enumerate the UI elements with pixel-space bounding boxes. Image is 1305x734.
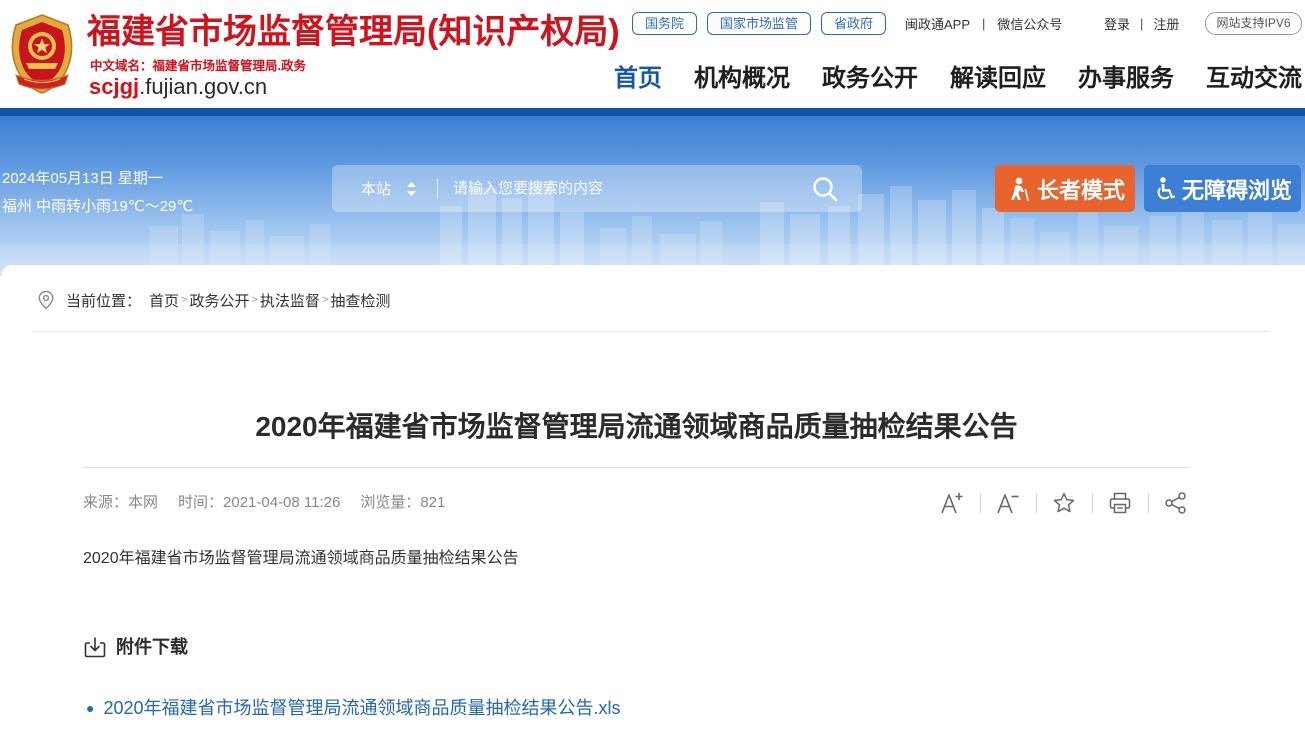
- article-body: 2020年福建省市场监督管理局流通领域商品质量抽检结果公告: [83, 550, 519, 567]
- accessible-browse-label: 无障碍浏览: [1182, 177, 1293, 203]
- nav-item-home[interactable]: 首页: [614, 62, 662, 96]
- content-card: 当前位置： 首页 > 政务公开 > 执法监督 > 抽查检测 2020年福建省市场…: [2, 265, 1305, 734]
- domain-prefix: scjgj: [89, 74, 140, 99]
- attachment-item: ● 2020年福建省市场监督管理局流通领域商品质量抽检结果公告.xls: [86, 696, 621, 720]
- article-tools: [940, 491, 1188, 515]
- header-strip: [0, 108, 1305, 116]
- search-input[interactable]: [453, 165, 793, 212]
- app-links: 闽政通APP | 微信公众号: [905, 11, 1062, 35]
- wechat-link[interactable]: 微信公众号: [997, 14, 1062, 33]
- register-link[interactable]: 注册: [1153, 14, 1179, 33]
- gov-link-provincial-gov[interactable]: 省政府: [821, 11, 887, 35]
- nav-item-interaction[interactable]: 互动交流: [1206, 62, 1302, 96]
- breadcrumb-spot-check[interactable]: 抽查检测: [330, 290, 390, 311]
- article-title: 2020年福建省市场监督管理局流通领域商品质量抽检结果公告: [255, 410, 1018, 442]
- domain-suffix: .fujian.gov.cn: [139, 74, 268, 99]
- article-views: 浏览量：821: [360, 494, 446, 511]
- attachment-link[interactable]: 2020年福建省市场监督管理局流通领域商品质量抽检结果公告.xls: [103, 696, 620, 720]
- current-date: 2024年05月13日 星期一: [2, 170, 163, 187]
- ipv6-badge: 网站支持IPV6: [1205, 12, 1302, 35]
- breadcrumb-label: 当前位置：: [66, 292, 142, 310]
- font-decrease-icon[interactable]: [996, 491, 1020, 515]
- elder-mode-label: 长者模式: [1037, 177, 1126, 203]
- separator: |: [982, 15, 986, 31]
- article-meta: 来源：本网 时间：2021-04-08 11:26 浏览量：821: [83, 493, 465, 513]
- search-scope-value: 本站: [361, 181, 392, 198]
- tool-divider: [980, 493, 981, 513]
- download-icon: [84, 637, 106, 658]
- divider: [33, 331, 1270, 332]
- bullet-icon: ●: [86, 700, 95, 716]
- divider: [83, 467, 1190, 468]
- banner: 2024年05月13日 星期一 福州 中雨转小雨19℃～29℃ 本站 长者模式: [0, 116, 1305, 276]
- share-icon[interactable]: [1164, 491, 1188, 515]
- gov-link-samr[interactable]: 国家市场监管: [707, 11, 812, 35]
- print-icon[interactable]: [1108, 491, 1132, 515]
- search-icon[interactable]: [812, 176, 838, 202]
- login-link[interactable]: 登录: [1104, 14, 1130, 33]
- accessible-browse-button[interactable]: 无障碍浏览: [1144, 165, 1301, 212]
- mzt-app-link[interactable]: 闽政通APP: [905, 14, 970, 33]
- attachments-heading: 附件下载: [84, 635, 188, 659]
- article-time: 时间：2021-04-08 11:26: [178, 494, 341, 511]
- tool-divider: [1092, 493, 1093, 513]
- account-links: 登录 | 注册: [1104, 11, 1179, 35]
- nav-item-government-affairs[interactable]: 政务公开: [822, 62, 918, 96]
- font-increase-icon[interactable]: [940, 491, 964, 515]
- site-header: 福建省市场监督管理局(知识产权局) 中文域名：福建省市场监督管理局.政务 scj…: [0, 0, 1305, 108]
- tool-divider: [1148, 493, 1149, 513]
- search-bar: 本站: [332, 165, 862, 212]
- location-pin-icon: [38, 290, 54, 310]
- separator: |: [1140, 15, 1144, 31]
- tool-divider: [1036, 493, 1037, 513]
- nav-item-interpretation[interactable]: 解读回应: [950, 62, 1046, 96]
- breadcrumb-separator: >: [321, 294, 329, 306]
- breadcrumb-home[interactable]: 首页: [149, 290, 179, 311]
- site-title[interactable]: 福建省市场监督管理局(知识产权局): [87, 11, 620, 53]
- article-source: 来源：本网: [83, 494, 159, 511]
- nav-item-organization[interactable]: 机构概况: [694, 62, 790, 96]
- breadcrumb: 当前位置： 首页 > 政务公开 > 执法监督 > 抽查检测: [37, 289, 390, 311]
- gov-link-state-council[interactable]: 国务院: [632, 11, 698, 35]
- weather-info: 福州 中雨转小雨19℃～29℃: [2, 198, 194, 215]
- favorite-star-icon[interactable]: [1052, 491, 1076, 515]
- breadcrumb-separator: >: [181, 294, 188, 306]
- elder-mode-button[interactable]: 长者模式: [995, 165, 1135, 212]
- breadcrumb-law-enforcement[interactable]: 执法监督: [260, 290, 320, 311]
- emblem-icon[interactable]: [6, 13, 78, 97]
- search-scope-select[interactable]: 本站: [361, 165, 417, 212]
- up-down-arrows-icon: [407, 181, 417, 196]
- search-divider: [437, 179, 438, 198]
- elder-icon: [1011, 177, 1029, 201]
- breadcrumb-separator: >: [251, 294, 258, 306]
- gov-links: 国务院 国家市场监管 省政府: [632, 11, 887, 35]
- breadcrumb-government-affairs[interactable]: 政务公开: [189, 290, 249, 311]
- site-domain: scjgj.fujian.gov.cn: [89, 73, 267, 101]
- attachments-title: 附件下载: [116, 637, 188, 657]
- nav-item-services[interactable]: 办事服务: [1078, 62, 1174, 96]
- wheelchair-icon: [1157, 176, 1176, 199]
- main-nav: 首页 机构概况 政务公开 解读回应 办事服务 互动交流: [614, 62, 1302, 96]
